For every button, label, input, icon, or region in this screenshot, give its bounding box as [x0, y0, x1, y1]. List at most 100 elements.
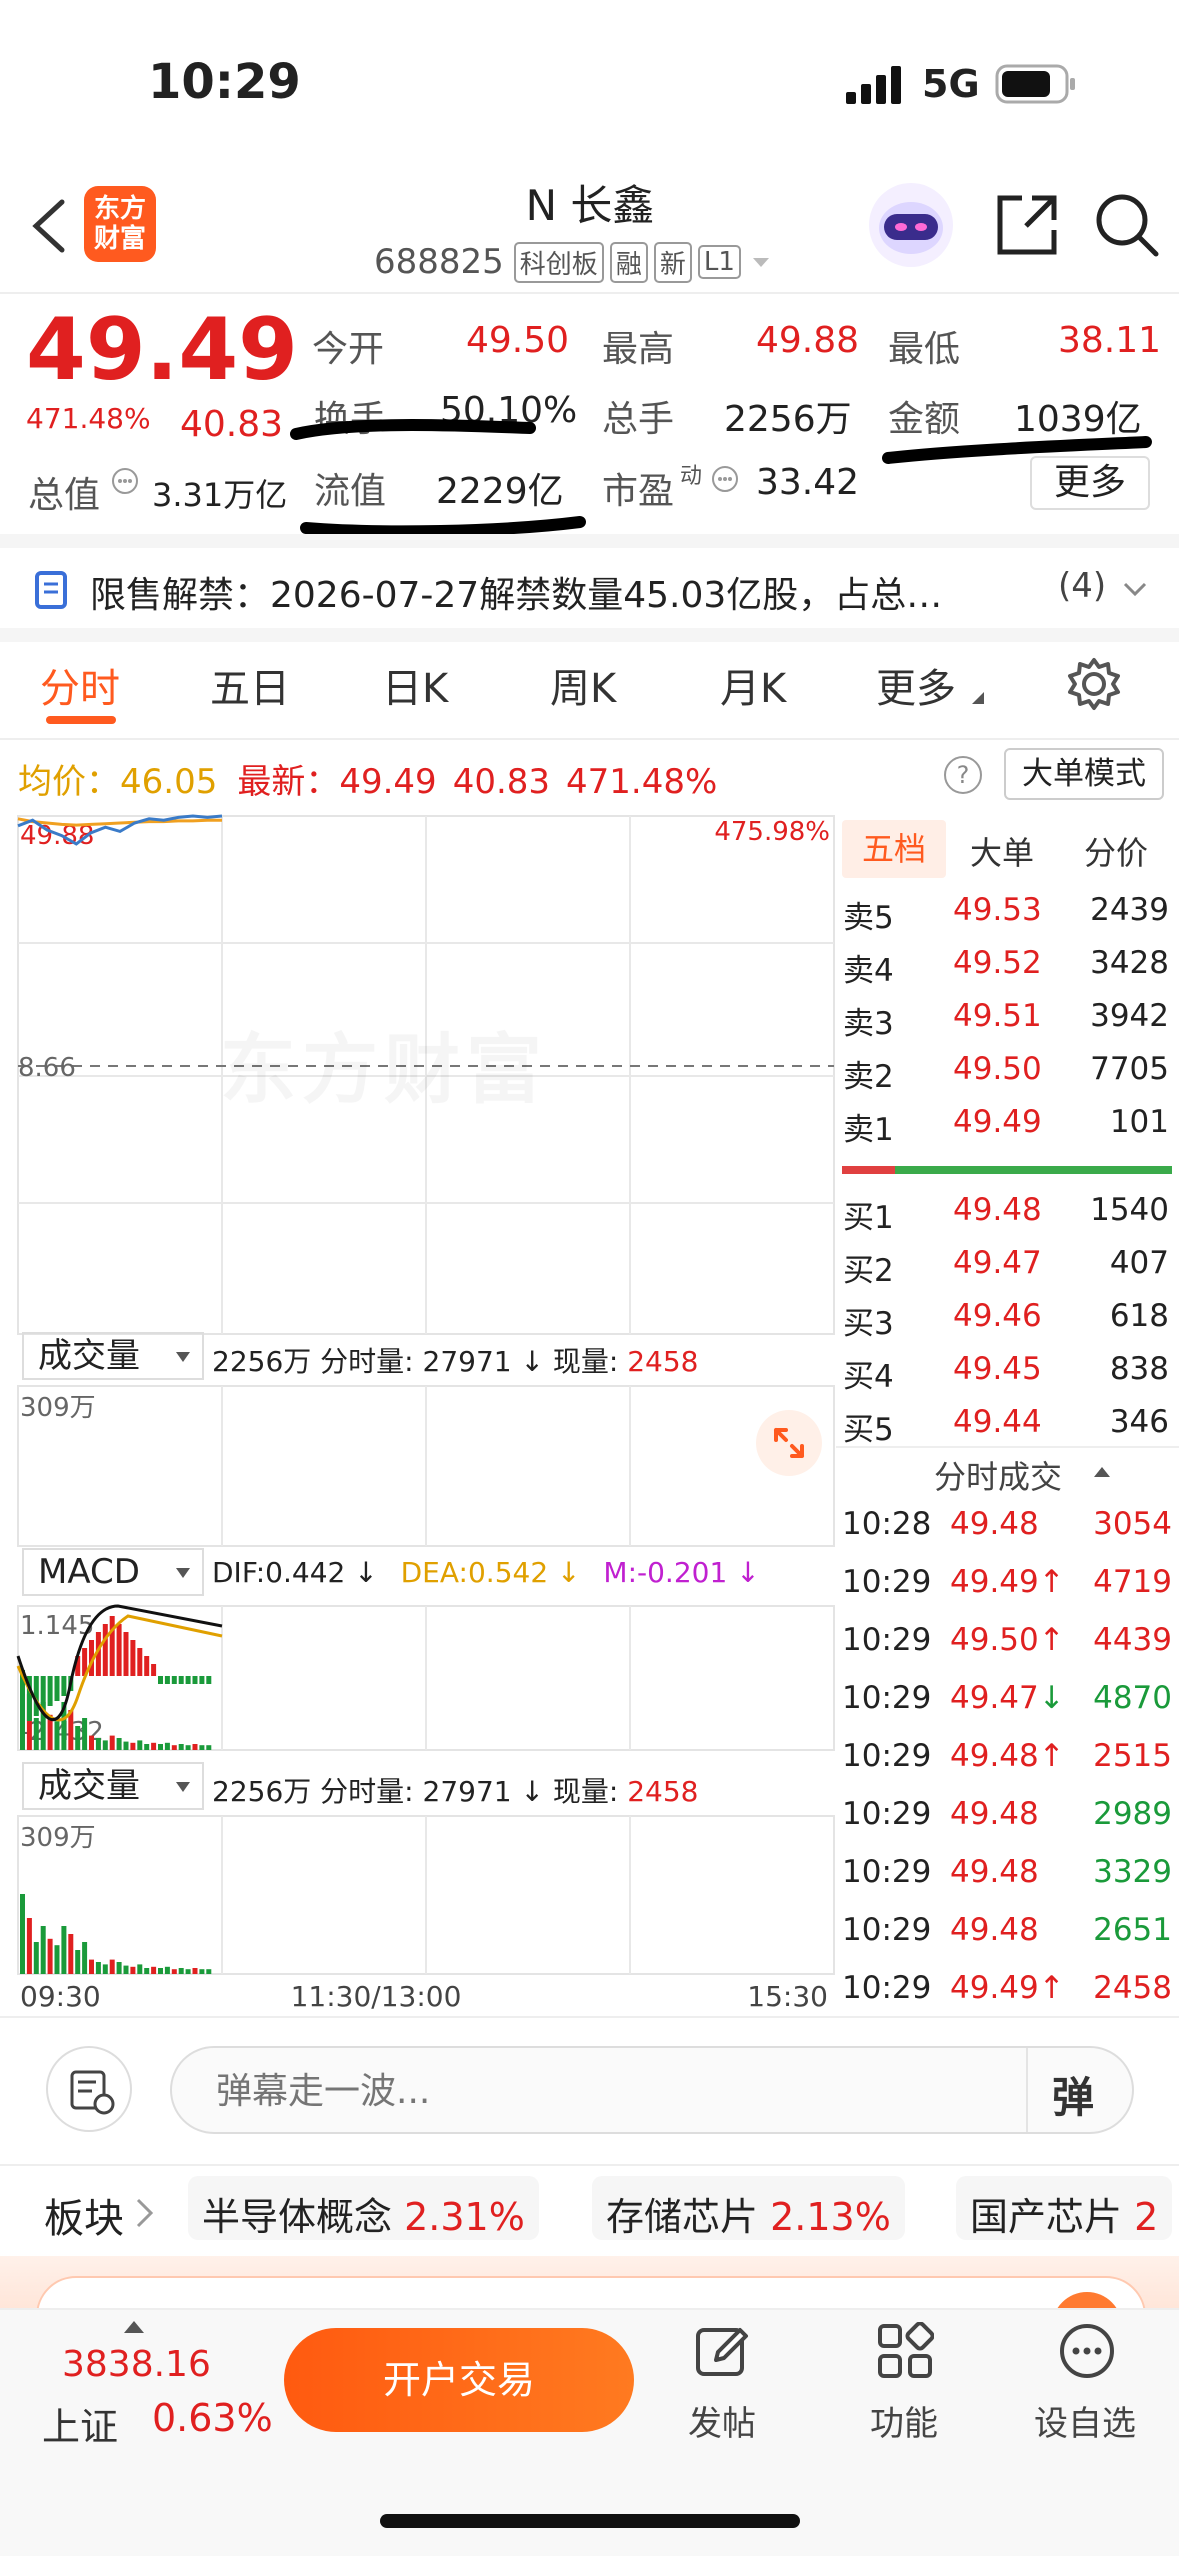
tick-qty: 2515 [1093, 1738, 1172, 1774]
volume-bar [130, 1742, 136, 1750]
tab-weekly-k[interactable]: 周K [550, 656, 616, 714]
macd-selector-label: MACD [38, 1552, 140, 1592]
orderbook-qty: 7705 [1090, 1051, 1169, 1087]
vol-cur-label: 现量: [552, 1345, 619, 1378]
orderbook-bids-row[interactable]: 买3 49.46 618 [843, 1292, 1173, 1342]
notice-bar[interactable]: 限售解禁：2026-07-27解禁数量45.03亿股，占总… (4) [0, 548, 1179, 628]
caret-down-icon [176, 1782, 190, 1792]
tick-price: 49.48 [950, 1854, 1039, 1890]
ticks-title[interactable]: 分时成交 [934, 1452, 1062, 1498]
volume-bar [158, 1744, 163, 1750]
volume-bar [82, 1942, 88, 1974]
post-icon[interactable] [694, 2322, 752, 2380]
volume-selector[interactable]: 成交量 [22, 1332, 204, 1380]
volume-bar [164, 1742, 170, 1750]
orderbook-asks-row[interactable]: 卖5 49.53 2439 [843, 886, 1173, 936]
index-name[interactable]: 上证 [42, 2396, 118, 2451]
volume-bar [109, 1959, 115, 1974]
big-order-mode-button[interactable]: 大单模式 [1004, 748, 1164, 800]
tab-intraday[interactable]: 分时 [40, 656, 120, 714]
macd-histogram-bar [123, 1632, 129, 1676]
orderbook-bids-row[interactable]: 买1 49.48 1540 [843, 1186, 1173, 1236]
home-indicator [380, 2514, 800, 2528]
tab-monthly-k[interactable]: 月K [720, 656, 786, 714]
macd-histogram-bar [171, 1676, 177, 1684]
orderbook-level: 卖3 [843, 1006, 894, 1042]
volume-bar [151, 1966, 157, 1974]
orderbook-qty: 1540 [1090, 1192, 1169, 1228]
volume-bar [192, 1968, 198, 1974]
orderbook-qty: 2439 [1090, 892, 1169, 928]
danmu-input-box[interactable]: 弹 [170, 2046, 1134, 2134]
sector-label[interactable]: 板块 [44, 2186, 124, 2244]
volume-selector-label: 成交量 [38, 1336, 140, 1376]
intraday-chart[interactable]: 49.888.66475.98%309万309万1.145-2.43209:30… [0, 806, 840, 2018]
help-icon[interactable]: ? [944, 756, 982, 794]
sector-chip[interactable]: 国产芯片 2 [956, 2176, 1173, 2240]
trade-button[interactable]: 开户交易 [284, 2328, 634, 2432]
volume-bar [68, 1934, 74, 1974]
post-label[interactable]: 发帖 [688, 2396, 756, 2445]
divider [0, 2016, 1179, 2018]
tab-daily-k[interactable]: 日K [382, 656, 448, 714]
favorite-icon[interactable] [1058, 2322, 1116, 2380]
index-value[interactable]: 3838.16 [62, 2344, 211, 2385]
volume-selector-2[interactable]: 成交量 [22, 1762, 204, 1810]
macd-m-arrow: ↓ [736, 1556, 760, 1589]
orderbook-tab-big[interactable]: 大单 [970, 828, 1034, 874]
vol-arrow: ↓ [520, 1345, 544, 1378]
tick-time: 10:29 [842, 1912, 932, 1948]
sector-chip[interactable]: 存储芯片 2.13% [592, 2176, 905, 2240]
volume-bar [116, 1962, 122, 1974]
macd-m: M:-0.201 [603, 1556, 728, 1589]
danmu-send-button[interactable]: 弹 [1052, 2064, 1094, 2125]
tab-five-day[interactable]: 五日 [210, 656, 290, 714]
favorite-label[interactable]: 设自选 [1034, 2396, 1136, 2445]
tick-qty: 4719 [1093, 1564, 1172, 1600]
orderbook-tab-five[interactable]: 五档 [842, 820, 946, 878]
tick-price: 49.49↑ [950, 1564, 1065, 1600]
orderbook-asks-row[interactable]: 卖3 49.51 3942 [843, 992, 1173, 1042]
volume-bar [89, 1735, 94, 1750]
latest-label: 最新： [237, 762, 340, 802]
grid-function-icon[interactable] [876, 2322, 934, 2380]
orderbook-tab-price[interactable]: 分价 [1084, 828, 1148, 874]
chevron-down-icon [1123, 582, 1147, 597]
orderbook-asks-row[interactable]: 卖4 49.52 3428 [843, 939, 1173, 989]
orderbook-level: 买3 [843, 1306, 894, 1342]
macd-selector[interactable]: MACD [22, 1548, 204, 1596]
tick-qty: 2458 [1093, 1970, 1172, 2006]
danmu-toggle-icon[interactable] [46, 2046, 132, 2132]
orderbook-level: 卖5 [843, 900, 894, 936]
orderbook-asks-row[interactable]: 卖2 49.50 7705 [843, 1045, 1173, 1095]
orderbook-bids-row[interactable]: 买2 49.47 407 [843, 1239, 1173, 1289]
orderbook-bids-row[interactable]: 买4 49.45 838 [843, 1345, 1173, 1395]
volume-bar [20, 1894, 25, 1974]
orderbook-bids-row[interactable]: 买5 49.44 346 [843, 1398, 1173, 1448]
volume-bar [171, 1745, 177, 1750]
expand-button[interactable] [756, 1410, 822, 1476]
danmu-input[interactable] [216, 2066, 1016, 2116]
volume-bar [137, 1740, 143, 1750]
macd-histogram-bar [151, 1664, 157, 1676]
orderbook-price: 49.50 [953, 1051, 1042, 1087]
orderbook-price: 49.53 [953, 892, 1042, 928]
volume-ymax-label: 309万 [20, 1393, 96, 1423]
divider [0, 628, 1179, 642]
gear-icon[interactable] [1066, 656, 1122, 712]
volume-bar [178, 1744, 184, 1750]
orderbook-asks-row[interactable]: 卖1 49.49 101 [843, 1098, 1173, 1148]
notice-text: 限售解禁：2026-07-27解禁数量45.03亿股，占总… [90, 575, 943, 616]
tab-more[interactable]: 更多 [876, 656, 956, 714]
tick-row: 10:29 49.50↑ 4439 [840, 1614, 1176, 1670]
tick-row: 10:29 49.49↑ 2458 [840, 1962, 1176, 2018]
sector-chip[interactable]: 半导体概念 2.31% [188, 2176, 539, 2240]
macd-histogram-bar [102, 1624, 108, 1676]
macd-histogram-bar [199, 1676, 205, 1684]
orderbook-qty: 3942 [1090, 998, 1169, 1034]
orderbook-price: 49.51 [953, 998, 1042, 1034]
tick-qty: 4439 [1093, 1622, 1172, 1658]
function-label[interactable]: 功能 [870, 2396, 938, 2445]
index-pct[interactable]: 0.63% [152, 2396, 273, 2440]
tick-row: 10:29 49.48 2989 [840, 1788, 1176, 1844]
